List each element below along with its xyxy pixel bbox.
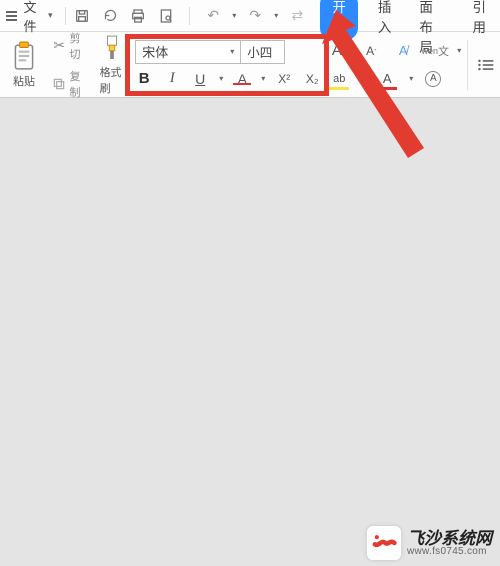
undo-icon[interactable]: ↶ [204,7,222,25]
print-icon[interactable] [129,7,147,25]
font-family-value: 宋体 [142,42,168,61]
strikethrough-button[interactable]: A [233,71,251,87]
scissors-icon: ✂ [52,38,67,54]
font-group: 宋体 ▾ 小四 B I U ▾ A ▾ X² X₂ [131,36,325,94]
font-color-button[interactable]: A [377,69,397,89]
bold-button[interactable]: B [135,70,153,87]
watermark-url: www.fs0745.com [407,547,492,557]
paste-group: 粘贴 [2,32,46,97]
grow-font-button[interactable]: A+ [329,41,349,61]
highlight-dropdown-icon[interactable]: ▾ [361,74,365,83]
phonetic-guide-button[interactable]: wén文 [425,41,445,61]
menu-bar: 文件 ▾ ↶ ▾ ↷ ▾ ⇄ 开始 插入 页面布局 引用 [0,0,500,32]
watermark: 飞沙系统网 www.fs0745.com [367,526,492,560]
redo-dropdown-icon[interactable]: ▾ [274,11,278,20]
redo-icon[interactable]: ↷ [246,7,264,25]
copy-icon [52,76,67,92]
superscript-button[interactable]: X² [275,72,293,86]
repeat-icon[interactable]: ⇄ [288,7,306,25]
underline-button[interactable]: U [191,71,209,87]
paste-label: 粘贴 [13,73,35,89]
quick-access-toolbar: ↶ ▾ ↷ ▾ ⇄ [73,7,306,25]
copy-label: 复制 [70,68,90,100]
chevron-down-icon: ▾ [230,47,234,56]
italic-button[interactable]: I [163,70,181,87]
list-icon [477,58,495,72]
tab-reference[interactable]: 引用 [465,0,495,40]
paste-button[interactable]: 粘贴 [6,41,42,89]
font-size-value: 小四 [247,42,272,61]
cut-label: 剪切 [70,30,90,62]
highlight-button[interactable]: ab [329,69,349,89]
cut-button[interactable]: ✂ 剪切 [52,30,90,62]
watermark-logo-icon [367,526,401,560]
font-size-dropdown[interactable]: 小四 [241,40,285,64]
font-tools-group: A+ A- A̸ wén文 ▾ ab ▾ A ▾ A [327,36,463,94]
undo-dropdown-icon[interactable]: ▾ [232,11,236,20]
underline-dropdown-icon[interactable]: ▾ [219,74,223,83]
tab-start[interactable]: 开始 [320,0,358,40]
file-menu[interactable]: 文件 [23,0,42,35]
document-canvas[interactable] [0,98,500,566]
separator [65,7,66,25]
tab-insert[interactable]: 插入 [370,0,400,40]
phonetic-dropdown-icon[interactable]: ▾ [457,46,461,55]
clear-format-button[interactable]: A̸ [393,41,413,61]
copy-button[interactable]: 复制 [52,68,90,100]
shrink-font-button[interactable]: A- [361,41,381,61]
clipboard-small: ✂ 剪切 复制 [48,32,94,97]
separator [189,7,190,25]
format-painter-group[interactable]: 格式刷 [96,32,130,97]
font-family-dropdown[interactable]: 宋体 ▾ [135,40,241,64]
file-menu-caret-icon[interactable]: ▾ [48,10,53,21]
watermark-title: 飞沙系统网 [407,530,492,547]
bullet-list-button[interactable] [474,42,498,88]
paste-icon [11,41,37,71]
save-icon[interactable] [73,7,91,25]
format-painter-label: 格式刷 [100,64,126,96]
ribbon: 粘贴 ✂ 剪切 复制 格式刷 [0,32,500,98]
print-preview-icon[interactable] [157,7,175,25]
subscript-button[interactable]: X₂ [303,72,321,86]
strike-dropdown-icon[interactable]: ▾ [261,74,265,83]
hamburger-icon[interactable] [6,11,17,21]
enclose-char-button[interactable]: A [425,71,441,87]
font-color-dropdown-icon[interactable]: ▾ [409,74,413,83]
brush-icon [101,34,123,62]
separator [467,40,468,90]
reload-icon[interactable] [101,7,119,25]
